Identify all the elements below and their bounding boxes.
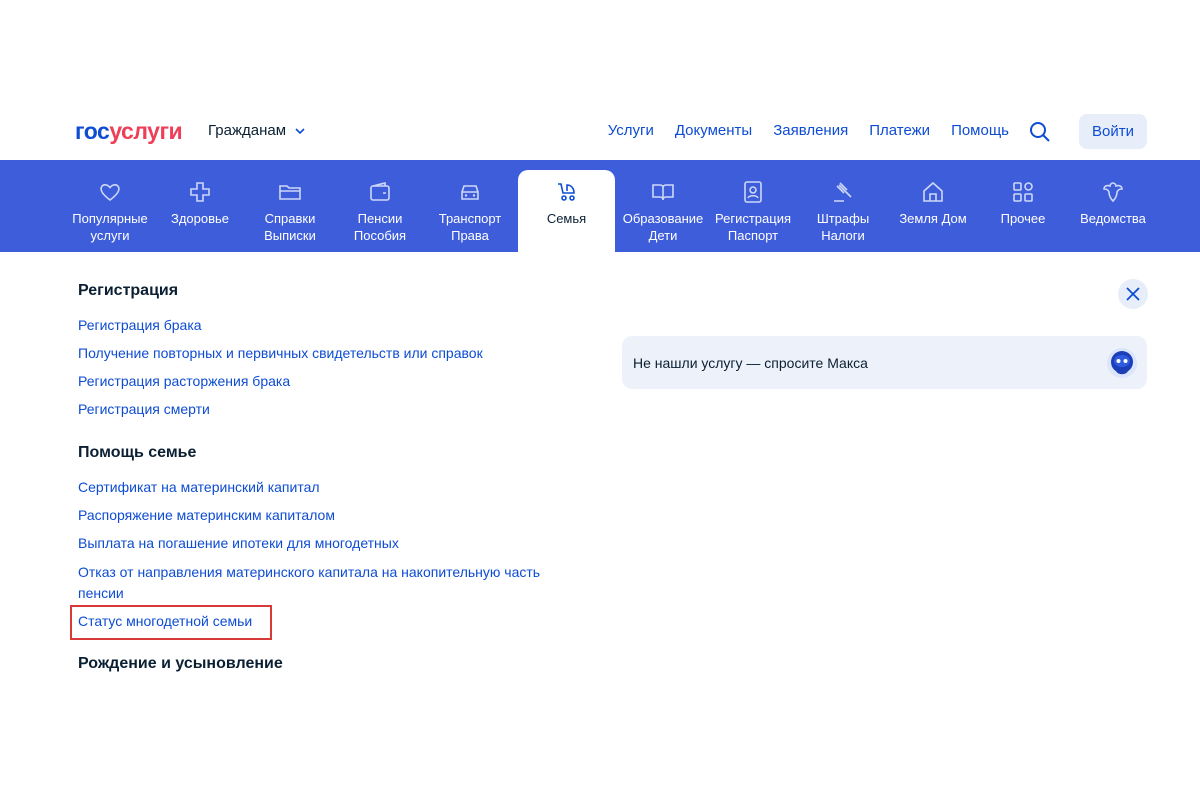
highlight-box bbox=[70, 605, 272, 640]
category-label: Регистрация Паспорт bbox=[715, 211, 791, 243]
folder-icon bbox=[279, 185, 301, 200]
nav-payments[interactable]: Платежи bbox=[869, 122, 930, 139]
category-label: Образование Дети bbox=[622, 211, 704, 243]
wallet-icon bbox=[370, 181, 390, 201]
category-label: Справки Выписки bbox=[264, 211, 316, 243]
nav-help[interactable]: Помощь bbox=[951, 122, 1009, 139]
category-label: Ведомства bbox=[1080, 211, 1146, 226]
category-family[interactable]: Семья bbox=[518, 170, 615, 252]
audience-label: Гражданам bbox=[208, 122, 287, 139]
link-marriage-registration[interactable]: Регистрация брака bbox=[78, 315, 558, 336]
book-icon bbox=[652, 184, 674, 201]
cross-icon bbox=[190, 182, 210, 202]
category-popular[interactable]: Популярные услуги bbox=[65, 170, 155, 252]
category-label: Семья bbox=[546, 211, 587, 226]
link-maternity-capital-certificate[interactable]: Сертификат на материнский капитал bbox=[78, 477, 558, 498]
category-label: Популярные услуги bbox=[72, 211, 148, 243]
close-icon bbox=[1126, 287, 1140, 301]
link-divorce-registration[interactable]: Регистрация расторжения брака bbox=[78, 371, 558, 392]
link-certificates[interactable]: Получение повторных и первичных свидетел… bbox=[78, 343, 558, 364]
category-other[interactable]: Прочее bbox=[978, 170, 1068, 252]
chevron-down-icon bbox=[295, 127, 305, 134]
ask-assistant-card[interactable]: Не нашли услугу — спросите Макса bbox=[622, 336, 1147, 389]
category-education[interactable]: Образование Дети bbox=[618, 170, 708, 252]
grid-icon bbox=[1013, 182, 1033, 202]
login-button[interactable]: Войти bbox=[1079, 114, 1147, 149]
nav-services[interactable]: Услуги bbox=[608, 122, 654, 139]
category-label: Штрафы Налоги bbox=[816, 211, 870, 243]
nav-documents[interactable]: Документы bbox=[675, 122, 752, 139]
link-capital-pension-refusal[interactable]: Отказ от направления материнского капита… bbox=[78, 562, 558, 604]
car-icon bbox=[461, 185, 479, 200]
site-header: госуслуги Гражданам Услуги Документы Зая… bbox=[0, 0, 1200, 160]
category-pensions[interactable]: Пенсии Пособия bbox=[335, 170, 425, 252]
category-agencies[interactable]: Ведомства bbox=[1068, 170, 1158, 252]
category-health[interactable]: Здоровье bbox=[155, 170, 245, 252]
heart-icon bbox=[100, 184, 120, 202]
ask-assistant-text: Не нашли услугу — спросите Макса bbox=[633, 354, 868, 371]
category-label: Прочее bbox=[1000, 211, 1046, 226]
category-land-house[interactable]: Земля Дом bbox=[888, 170, 978, 252]
category-registration[interactable]: Регистрация Паспорт bbox=[708, 170, 798, 252]
category-label: Земля Дом bbox=[899, 211, 967, 226]
link-mortgage-payment[interactable]: Выплата на погашение ипотеки для многоде… bbox=[78, 533, 558, 554]
gavel-icon bbox=[834, 182, 852, 202]
house-icon bbox=[923, 181, 943, 202]
category-label: Транспорт Права bbox=[438, 211, 502, 243]
category-transport[interactable]: Транспорт Права bbox=[425, 170, 515, 252]
stroller-icon bbox=[557, 183, 575, 201]
link-death-registration[interactable]: Регистрация смерти bbox=[78, 399, 558, 420]
category-certificates[interactable]: Справки Выписки bbox=[245, 170, 335, 252]
section-title-birth-adoption: Рождение и усыновление bbox=[78, 655, 283, 672]
section-title-family-help: Помощь семье bbox=[78, 444, 197, 461]
section-title-registration: Регистрация bbox=[78, 282, 179, 299]
robot-assistant-icon bbox=[1107, 348, 1137, 378]
top-navigation: Услуги Документы Заявления Платежи Помощ… bbox=[608, 122, 1009, 139]
category-fines[interactable]: Штрафы Налоги bbox=[798, 170, 888, 252]
emblem-icon bbox=[1103, 182, 1123, 203]
id-card-icon bbox=[744, 181, 762, 203]
category-label: Здоровье bbox=[170, 211, 230, 226]
category-label: Пенсии Пособия bbox=[353, 211, 407, 243]
link-maternity-capital-disposal[interactable]: Распоряжение материнским капиталом bbox=[78, 505, 558, 526]
nav-applications[interactable]: Заявления bbox=[773, 122, 848, 139]
search-icon[interactable] bbox=[1029, 121, 1051, 143]
category-list: Популярные услуги Здоровье Справки Выпис… bbox=[65, 170, 1158, 252]
gosuslugi-logo[interactable]: госуслуги bbox=[75, 118, 183, 145]
audience-dropdown[interactable]: Гражданам bbox=[208, 122, 306, 139]
close-button[interactable] bbox=[1118, 279, 1148, 309]
